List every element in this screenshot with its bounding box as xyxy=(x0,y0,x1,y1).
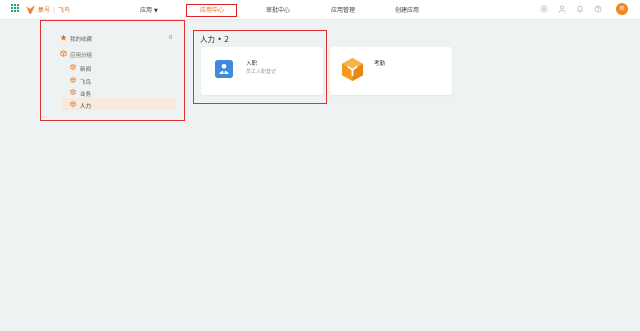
sidebar-group-business-label: 业务 xyxy=(80,92,92,98)
app-card-onboarding-desc: 员工入职登记 xyxy=(246,69,277,75)
app-card-onboarding[interactable]: 入职 员工入职登记 xyxy=(201,47,323,95)
nav-apps-label: 应用 xyxy=(140,7,153,14)
settings-icon[interactable] xyxy=(540,5,548,13)
brand[interactable]: 集号 | 飞鸟 xyxy=(38,5,70,14)
sidebar-group-news-label: 新闻 xyxy=(80,67,92,73)
favorites-count: 0 xyxy=(169,35,173,41)
sidebar-item-app-groups-label: 应用分组 xyxy=(70,53,93,59)
user-icon[interactable] xyxy=(558,5,566,13)
onboarding-icon xyxy=(215,60,233,78)
caret-down-icon: ▼ xyxy=(154,8,158,14)
nav-apps-dropdown[interactable]: 应用 ▼ xyxy=(140,5,158,14)
nav-approval-center[interactable]: 审批中心 xyxy=(266,5,290,14)
nav-create-app[interactable]: 创建应用 xyxy=(395,5,419,14)
app-card-attendance-title: 考勤 xyxy=(374,61,386,67)
section-title: 人力 • 2 xyxy=(200,35,229,44)
app-grid-icon[interactable] xyxy=(11,4,19,12)
sidebar-item-favorites-label: 我的收藏 xyxy=(70,37,93,43)
cube-icon xyxy=(70,101,76,107)
cube-icon xyxy=(70,64,76,70)
sidebar-group-hr-label: 人力 xyxy=(80,104,92,110)
nav-app-management[interactable]: 应用管理 xyxy=(331,5,355,14)
nav-app-management-label: 应用管理 xyxy=(331,7,356,14)
help-icon[interactable] xyxy=(594,5,602,13)
nav-create-app-label: 创建应用 xyxy=(395,7,420,14)
app-card-attendance[interactable]: 考勤 xyxy=(330,47,452,95)
attendance-icon xyxy=(341,58,364,81)
cube-icon xyxy=(60,50,67,57)
active-tab-highlight xyxy=(186,4,237,17)
brand-product: 飞鸟 xyxy=(58,7,71,14)
brand-name: 集号 xyxy=(38,7,51,14)
nav-approval-center-label: 审批中心 xyxy=(266,7,291,14)
avatar[interactable]: 帅 xyxy=(616,3,628,15)
bird-logo-icon xyxy=(26,5,35,14)
bell-icon[interactable] xyxy=(576,5,584,13)
sidebar-group-feiniao-label: 飞鸟 xyxy=(80,80,92,86)
app-card-onboarding-title: 入职 xyxy=(246,61,258,67)
top-navigation-bar: 集号 | 飞鸟 应用 ▼ 应用中心 审批中心 应用管理 创建应用 帅 xyxy=(0,0,640,20)
cube-icon xyxy=(70,89,76,95)
star-icon xyxy=(60,34,67,41)
cube-icon xyxy=(70,77,76,83)
